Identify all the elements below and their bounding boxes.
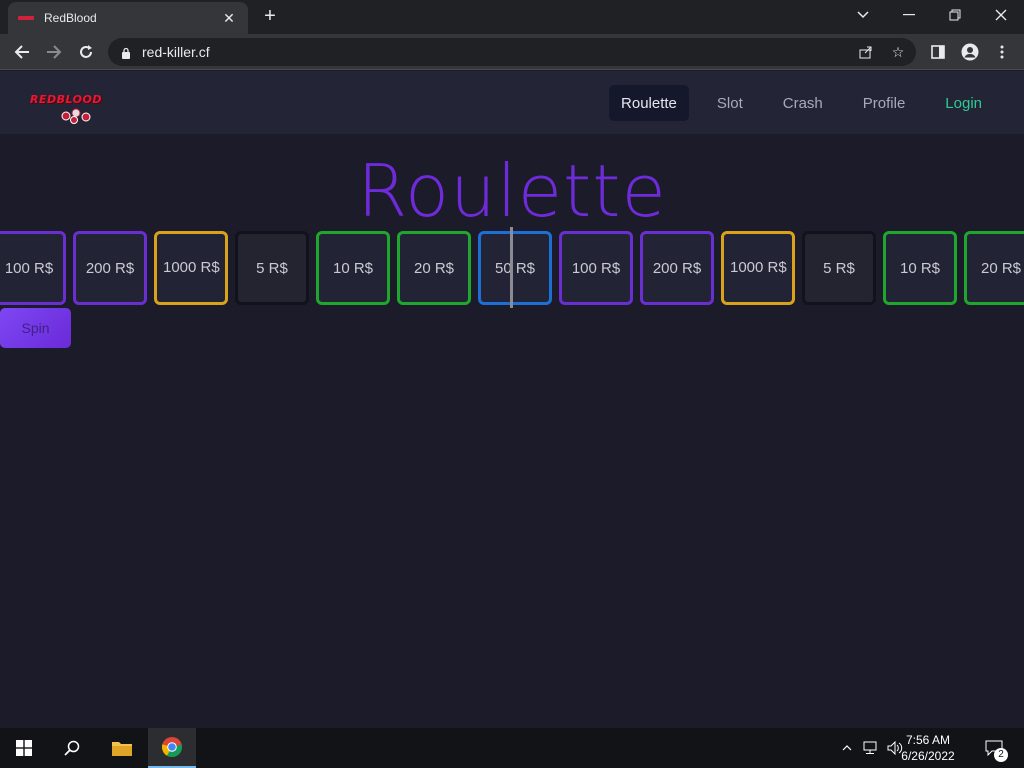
- page-content: REDBLOOD Roulette Slot Crash Profile Log…: [0, 71, 1024, 727]
- file-explorer-icon[interactable]: [104, 728, 140, 768]
- browser-toolbar: red-killer.cf ☆: [0, 34, 1024, 70]
- spin-button[interactable]: Spin: [0, 308, 71, 348]
- nav-login[interactable]: Login: [933, 85, 994, 121]
- logo-text: REDBLOOD: [30, 93, 102, 106]
- bookmark-star-icon[interactable]: ☆: [886, 38, 910, 66]
- restore-icon[interactable]: [932, 0, 978, 30]
- reload-icon[interactable]: [74, 40, 98, 64]
- reel-card: 5 R$: [235, 231, 309, 305]
- address-bar[interactable]: red-killer.cf ☆: [108, 38, 916, 66]
- reel-card: 100 R$: [559, 231, 633, 305]
- lock-icon: [120, 46, 132, 59]
- nav-profile[interactable]: Profile: [851, 85, 918, 121]
- windows-taskbar: 7:56 AM 6/26/2022 2: [0, 728, 1024, 768]
- nav-roulette[interactable]: Roulette: [609, 85, 689, 121]
- page-title: Roulette: [357, 149, 667, 233]
- nav-slot[interactable]: Slot: [705, 85, 755, 121]
- roulette-pointer: [510, 227, 513, 308]
- reel-card: 10 R$: [883, 231, 957, 305]
- reel-card: 200 R$: [640, 231, 714, 305]
- site-navbar: REDBLOOD Roulette Slot Crash Profile Log…: [0, 71, 1024, 134]
- tab-close-icon[interactable]: ✕: [220, 10, 238, 27]
- profile-avatar-icon[interactable]: [958, 40, 982, 64]
- clock-time: 7:56 AM: [905, 733, 951, 747]
- reel-card: 200 R$: [73, 231, 147, 305]
- browser-menu-icon[interactable]: [990, 40, 1014, 64]
- forward-arrow-icon[interactable]: [42, 40, 66, 64]
- reel-card: 100 R$: [0, 231, 66, 305]
- chrome-taskbar-icon[interactable]: [148, 728, 196, 768]
- browser-tabstrip: RedBlood ✕ +: [0, 0, 1024, 34]
- reel-card: 1000 R$: [154, 231, 228, 305]
- windows-start-icon[interactable]: [6, 728, 42, 768]
- poker-chips-icon: [61, 108, 91, 124]
- nav-crash[interactable]: Crash: [771, 85, 835, 121]
- taskbar-clock[interactable]: 7:56 AM 6/26/2022: [888, 732, 968, 764]
- minimize-icon[interactable]: [886, 0, 932, 30]
- reel-card: 5 R$: [802, 231, 876, 305]
- reel-card: 1000 R$: [721, 231, 795, 305]
- nav-links: Roulette Slot Crash Profile Login: [593, 85, 994, 121]
- new-tab-button[interactable]: +: [258, 6, 282, 28]
- notification-count-badge: 2: [994, 748, 1008, 762]
- redblood-favicon-icon: [18, 10, 34, 26]
- browser-tab[interactable]: RedBlood ✕: [8, 2, 248, 34]
- search-icon[interactable]: [54, 728, 90, 768]
- notification-center-icon[interactable]: 2: [980, 728, 1008, 768]
- network-icon[interactable]: [860, 728, 882, 768]
- tray-chevron-up-icon[interactable]: [838, 728, 856, 768]
- tab-search-chevron-icon[interactable]: [840, 0, 886, 30]
- clock-date: 6/26/2022: [901, 749, 955, 763]
- side-panel-icon[interactable]: [926, 40, 950, 64]
- close-window-icon[interactable]: [978, 0, 1024, 30]
- tab-title: RedBlood: [44, 11, 97, 25]
- reel-card: 20 R$: [964, 231, 1024, 305]
- reel-card: 50 R$: [478, 231, 552, 305]
- back-arrow-icon[interactable]: [10, 40, 34, 64]
- share-icon[interactable]: [854, 38, 878, 66]
- site-logo[interactable]: REDBLOOD: [30, 89, 102, 125]
- reel-card: 20 R$: [397, 231, 471, 305]
- url-text: red-killer.cf: [142, 44, 210, 60]
- reel-card: 10 R$: [316, 231, 390, 305]
